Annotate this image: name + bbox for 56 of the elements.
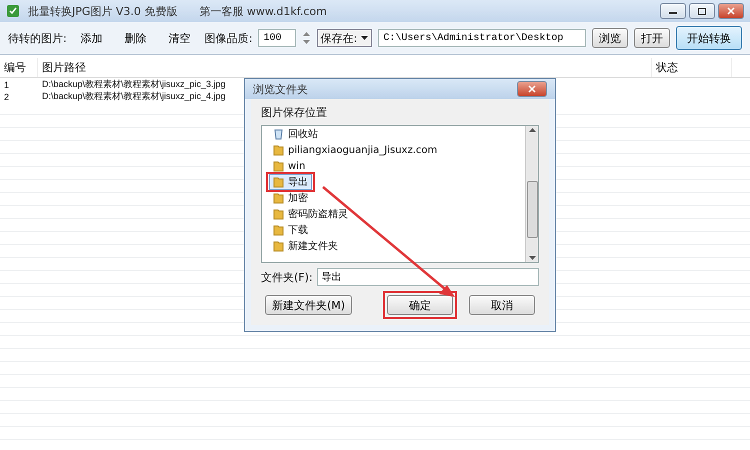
maximize-button[interactable] <box>689 3 715 19</box>
save-mode-dropdown[interactable]: 保存在: <box>316 29 372 47</box>
column-header: 状态 <box>652 58 732 77</box>
dialog-title: 浏览文件夹 <box>253 82 308 96</box>
folder-icon <box>273 176 284 188</box>
start-convert-button[interactable]: 开始转换 <box>676 26 742 50</box>
table-cell-text: 1 <box>3 80 10 90</box>
folder-item[interactable]: 新建文件夹 <box>269 238 342 254</box>
pending-label: 待转的图片: <box>8 30 67 46</box>
dialog-button[interactable]: 确定 <box>387 295 453 315</box>
folder-icon <box>273 144 284 156</box>
dialog-close-button[interactable] <box>517 81 547 97</box>
close-button[interactable] <box>718 3 744 19</box>
column-header: 编号 <box>0 58 38 77</box>
spinner-icon[interactable] <box>302 30 311 46</box>
folder-label: 文件夹(F): <box>261 270 313 284</box>
folder-item[interactable]: 密码防盗精灵 <box>269 206 352 222</box>
folder-item[interactable]: 导出 <box>269 174 312 190</box>
folder-icon <box>273 224 284 236</box>
minimize-button[interactable] <box>660 3 686 19</box>
window-title: 批量转换JPG图片 V3.0 免费版 <box>28 4 178 18</box>
quality-label: 图像品质: <box>204 30 252 46</box>
folder-item[interactable]: 回收站 <box>269 126 322 142</box>
folder-icon <box>273 160 284 172</box>
folder-item[interactable]: 下载 <box>269 222 312 238</box>
folder-icon <box>273 208 284 220</box>
dialog-prompt: 图片保存位置 <box>261 105 328 120</box>
quality-field[interactable]: 100 <box>258 29 296 47</box>
close-icon <box>727 7 735 15</box>
recycle-bin-icon <box>273 128 284 140</box>
folder-icon <box>273 240 284 252</box>
folder-item[interactable]: win <box>269 158 310 174</box>
caret-icon <box>361 36 368 40</box>
dialog-button[interactable]: 取消 <box>469 295 535 315</box>
toolbar-action[interactable]: 删除 <box>116 30 155 46</box>
browse-button[interactable]: 浏览 <box>592 28 628 48</box>
service-text: 第一客服 www.d1kf.com <box>199 4 327 18</box>
toolbar-action[interactable]: 清空 <box>160 30 199 46</box>
app-icon <box>6 4 20 18</box>
scroll-up-icon[interactable] <box>528 128 536 132</box>
scrollbar[interactable] <box>525 126 538 262</box>
scroll-down-icon[interactable] <box>528 256 536 260</box>
toolbar-action[interactable]: 添加 <box>72 30 111 46</box>
maximize-icon <box>698 8 706 14</box>
save-path-field[interactable]: C:\Users\Administrator\Desktop <box>378 29 586 47</box>
folder-item[interactable]: piliangxiaoguanjia_Jisuxz.com <box>269 142 442 158</box>
folder-icon <box>273 192 284 204</box>
table-cell-text: D:\backup\教程素材\教程素材\jisuxz_pic_3.jpg <box>41 78 227 91</box>
folder-item[interactable]: 加密 <box>269 190 312 206</box>
close-icon <box>528 85 536 93</box>
folder-field[interactable]: 导出 <box>316 268 539 286</box>
open-button[interactable]: 打开 <box>634 28 670 48</box>
column-header: 图片路径 <box>38 58 652 77</box>
dialog-button[interactable]: 新建文件夹(M) <box>265 295 352 315</box>
table-cell-text: 2 <box>3 92 10 102</box>
table-cell-text: D:\backup\教程素材\教程素材\jisuxz_pic_4.jpg <box>41 90 227 103</box>
